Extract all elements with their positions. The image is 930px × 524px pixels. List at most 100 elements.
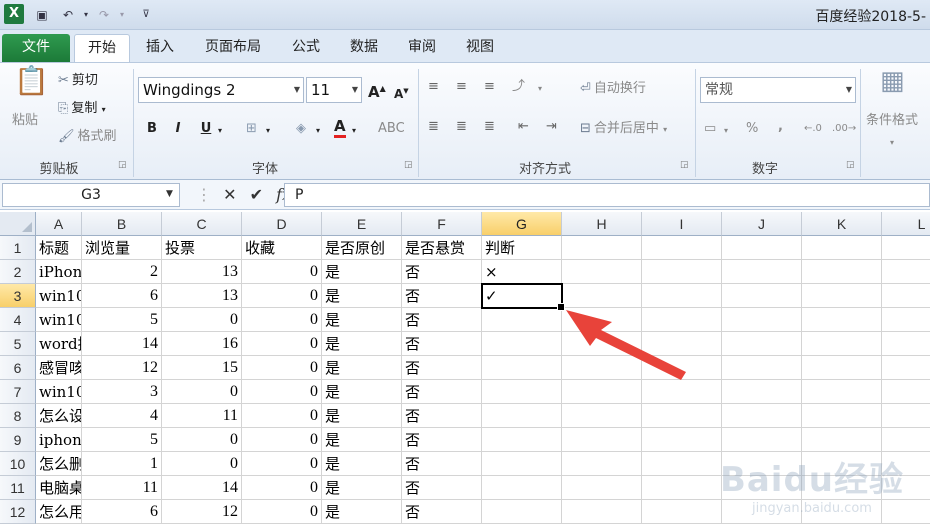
cell-d10[interactable]: 0 [242,452,322,476]
cell-f1[interactable]: 是否悬赏 [402,236,482,260]
cell-a6[interactable]: 感冒咳 [36,356,82,380]
cell-h9[interactable] [562,428,642,452]
cell-i5[interactable] [642,332,722,356]
cell-i9[interactable] [642,428,722,452]
cell-c6[interactable]: 15 [162,356,242,380]
cell-h10[interactable] [562,452,642,476]
cell-a5[interactable]: word拷 [36,332,82,356]
cell-d8[interactable]: 0 [242,404,322,428]
cell-i3[interactable] [642,284,722,308]
cell-d1[interactable]: 收藏 [242,236,322,260]
cell-b6[interactable]: 12 [82,356,162,380]
increase-decimal-icon[interactable]: ←.0 [804,119,822,139]
cell-l4[interactable] [882,308,930,332]
tab-data[interactable]: 数据 [342,34,386,62]
cell-k8[interactable] [802,404,882,428]
chevron-down-icon[interactable]: ▾ [316,121,320,141]
cell-j2[interactable] [722,260,802,284]
cell-c9[interactable]: 0 [162,428,242,452]
row-header-2[interactable]: 2 [0,260,36,284]
chevron-down-icon[interactable]: ▾ [538,79,542,99]
row-header-1[interactable]: 1 [0,236,36,260]
column-header-b[interactable]: B [82,212,162,236]
cell-g4[interactable] [482,308,562,332]
cell-l6[interactable] [882,356,930,380]
column-header-e[interactable]: E [322,212,402,236]
cell-g10[interactable] [482,452,562,476]
cell-c10[interactable]: 0 [162,452,242,476]
excel-logo-icon[interactable]: X [4,4,24,24]
align-right-icon[interactable]: ≣ [484,117,495,137]
align-center-icon[interactable]: ≣ [456,117,467,137]
cell-e2[interactable]: 是 [322,260,402,284]
cell-j4[interactable] [722,308,802,332]
underline-button[interactable]: U [196,119,216,139]
cell-d7[interactable]: 0 [242,380,322,404]
row-header-7[interactable]: 7 [0,380,36,404]
cell-d9[interactable]: 0 [242,428,322,452]
cell-c4[interactable]: 0 [162,308,242,332]
cell-c12[interactable]: 12 [162,500,242,524]
dialog-launcher-icon[interactable]: ◲ [118,160,127,170]
conditional-format-icon[interactable]: ▦ [880,68,905,94]
cell-e12[interactable]: 是 [322,500,402,524]
cell-j8[interactable] [722,404,802,428]
cell-c1[interactable]: 投票 [162,236,242,260]
cell-g5[interactable] [482,332,562,356]
cell-e6[interactable]: 是 [322,356,402,380]
cell-g1[interactable]: 判断 [482,236,562,260]
decrease-indent-icon[interactable]: ⇤ [518,117,529,137]
dialog-launcher-icon[interactable]: ◲ [846,160,855,170]
formula-input[interactable]: P [284,183,930,207]
font-size-select[interactable]: 11 ▼ [306,77,362,103]
cell-a10[interactable]: 怎么删 [36,452,82,476]
cell-a3[interactable]: win10 [36,284,82,308]
cell-g6[interactable] [482,356,562,380]
cell-a4[interactable]: win10 [36,308,82,332]
cell-j9[interactable] [722,428,802,452]
cell-f5[interactable]: 否 [402,332,482,356]
wrap-text-button[interactable]: ⏎ 自动换行 [580,79,646,99]
tab-view[interactable]: 视图 [458,34,502,62]
font-color-button[interactable]: A [334,117,346,138]
cell-f9[interactable]: 否 [402,428,482,452]
column-header-d[interactable]: D [242,212,322,236]
grow-font-button[interactable]: A▲ [368,79,386,102]
conditional-format-button[interactable]: 条件格式 [866,111,918,131]
column-header-h[interactable]: H [562,212,642,236]
cell-e4[interactable]: 是 [322,308,402,332]
cell-l12[interactable] [882,500,930,524]
tab-review[interactable]: 审阅 [400,34,444,62]
cell-b3[interactable]: 6 [82,284,162,308]
cell-a12[interactable]: 怎么用 [36,500,82,524]
cell-f11[interactable]: 否 [402,476,482,500]
increase-indent-icon[interactable]: ⇥ [546,117,557,137]
cell-k6[interactable] [802,356,882,380]
cell-e8[interactable]: 是 [322,404,402,428]
percent-button[interactable]: % [746,119,758,139]
cell-l1[interactable] [882,236,930,260]
cell-b1[interactable]: 浏览量 [82,236,162,260]
cell-h2[interactable] [562,260,642,284]
format-painter-button[interactable]: 🖌 格式刷 [58,127,117,147]
save-icon[interactable]: ▣ [32,5,52,25]
redo-dropdown-icon[interactable]: ▾ [112,5,132,25]
tab-page-layout[interactable]: 页面布局 [196,34,270,62]
cell-i12[interactable] [642,500,722,524]
chevron-down-icon[interactable]: ▾ [890,133,894,153]
cell-j1[interactable] [722,236,802,260]
column-header-l[interactable]: L [882,212,930,236]
cell-i8[interactable] [642,404,722,428]
cell-h8[interactable] [562,404,642,428]
cell-f2[interactable]: 否 [402,260,482,284]
borders-icon[interactable]: ⊞ [246,119,257,139]
cell-j12[interactable] [722,500,802,524]
cell-e1[interactable]: 是否原创 [322,236,402,260]
cell-e10[interactable]: 是 [322,452,402,476]
cell-g3[interactable]: ✓ [482,284,562,308]
column-header-f[interactable]: F [402,212,482,236]
cell-j7[interactable] [722,380,802,404]
cell-k11[interactable] [802,476,882,500]
merge-center-button[interactable]: ⊟ 合并后居中 ▾ [580,119,667,140]
align-left-icon[interactable]: ≣ [428,117,439,137]
